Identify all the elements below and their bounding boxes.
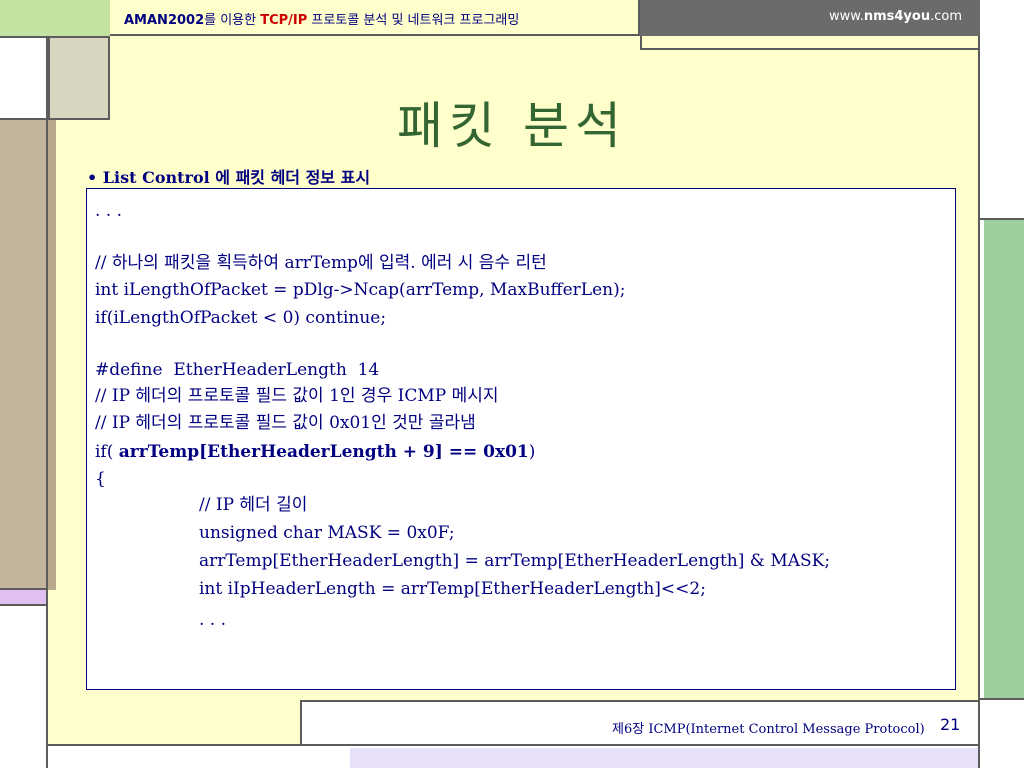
right-lower-block bbox=[980, 700, 1024, 768]
code-comment: // IP 헤더의 프로토콜 필드 값이 1인 경우 ICMP 메시지 bbox=[95, 386, 499, 406]
code-if-prefix: if( bbox=[95, 442, 119, 462]
header-subtitle-part1: 를 이용한 bbox=[204, 13, 261, 28]
grid-line bbox=[0, 36, 48, 38]
code-line: . . . bbox=[95, 201, 123, 221]
code-line-highlight: if( arrTemp[EtherHeaderLength + 9] == 0x… bbox=[95, 442, 535, 462]
protocol-name: TCP/IP bbox=[260, 13, 308, 28]
grid-line bbox=[0, 604, 48, 606]
code-condition: arrTemp[EtherHeaderLength + 9] == 0x01 bbox=[118, 442, 529, 462]
code-box: . . . // 하나의 패킷을 획득하여 arrTemp에 입력. 에러 시 … bbox=[86, 188, 956, 690]
bullet-text: • List Control 에 패킷 헤더 정보 표시 bbox=[87, 168, 371, 187]
code-if-suffix: ) bbox=[528, 442, 536, 462]
code-line: if(iLengthOfPacket < 0) continue; bbox=[95, 308, 387, 328]
header-subtitle-part2: 프로토콜 분석 및 네트워크 프로그래밍 bbox=[307, 13, 520, 28]
code-line: int iIpHeaderLength = arrTemp[EtherHeade… bbox=[199, 579, 706, 599]
code-line: int iLengthOfPacket = pDlg->Ncap(arrTemp… bbox=[95, 280, 626, 300]
code-line: . . . bbox=[199, 610, 227, 630]
code-comment: // IP 헤더의 프로토콜 필드 값이 0x01인 것만 골라냄 bbox=[95, 413, 476, 433]
website-domain: nms4you bbox=[863, 9, 931, 24]
grid-line bbox=[0, 588, 48, 590]
code-line: arrTemp[EtherHeaderLength] = arrTemp[Eth… bbox=[199, 551, 831, 571]
header-banner: AMAN2002를 이용한 TCP/IP 프로토콜 분석 및 네트워크 프로그래… bbox=[110, 0, 640, 36]
website-prefix: www. bbox=[829, 9, 864, 24]
header-title: AMAN2002를 이용한 TCP/IP 프로토콜 분석 및 네트워크 프로그래… bbox=[124, 9, 519, 28]
left-tan-strip bbox=[48, 120, 56, 590]
code-line: #define EtherHeaderLength 14 bbox=[95, 360, 380, 380]
code-line: { bbox=[95, 469, 106, 489]
header-green-block bbox=[0, 0, 110, 36]
code-line: unsigned char MASK = 0x0F; bbox=[199, 523, 455, 543]
header-website-block: www.nms4you.com bbox=[640, 0, 980, 36]
code-comment: // 하나의 패킷을 획득하여 arrTemp에 입력. 에러 시 음수 리턴 bbox=[95, 253, 547, 273]
website-link[interactable]: www.nms4you.com bbox=[829, 9, 962, 24]
header-frame bbox=[640, 36, 980, 50]
grid-line bbox=[980, 218, 1024, 220]
bottom-lavender-strip bbox=[350, 748, 980, 768]
left-lower-block bbox=[0, 604, 48, 768]
footer-chapter: 제6장 ICMP(Internet Control Message Protoc… bbox=[612, 722, 925, 737]
left-pink-block bbox=[0, 590, 48, 604]
right-green-block bbox=[984, 220, 1024, 700]
grid-line bbox=[980, 698, 1024, 700]
slide-title: 패킷 분석 bbox=[397, 97, 627, 155]
left-tan-block bbox=[0, 120, 48, 590]
code-comment: // IP 헤더 길이 bbox=[199, 495, 308, 515]
app-name: AMAN2002 bbox=[124, 13, 205, 28]
page-number: 21 bbox=[940, 715, 961, 734]
website-suffix: .com bbox=[930, 9, 962, 24]
